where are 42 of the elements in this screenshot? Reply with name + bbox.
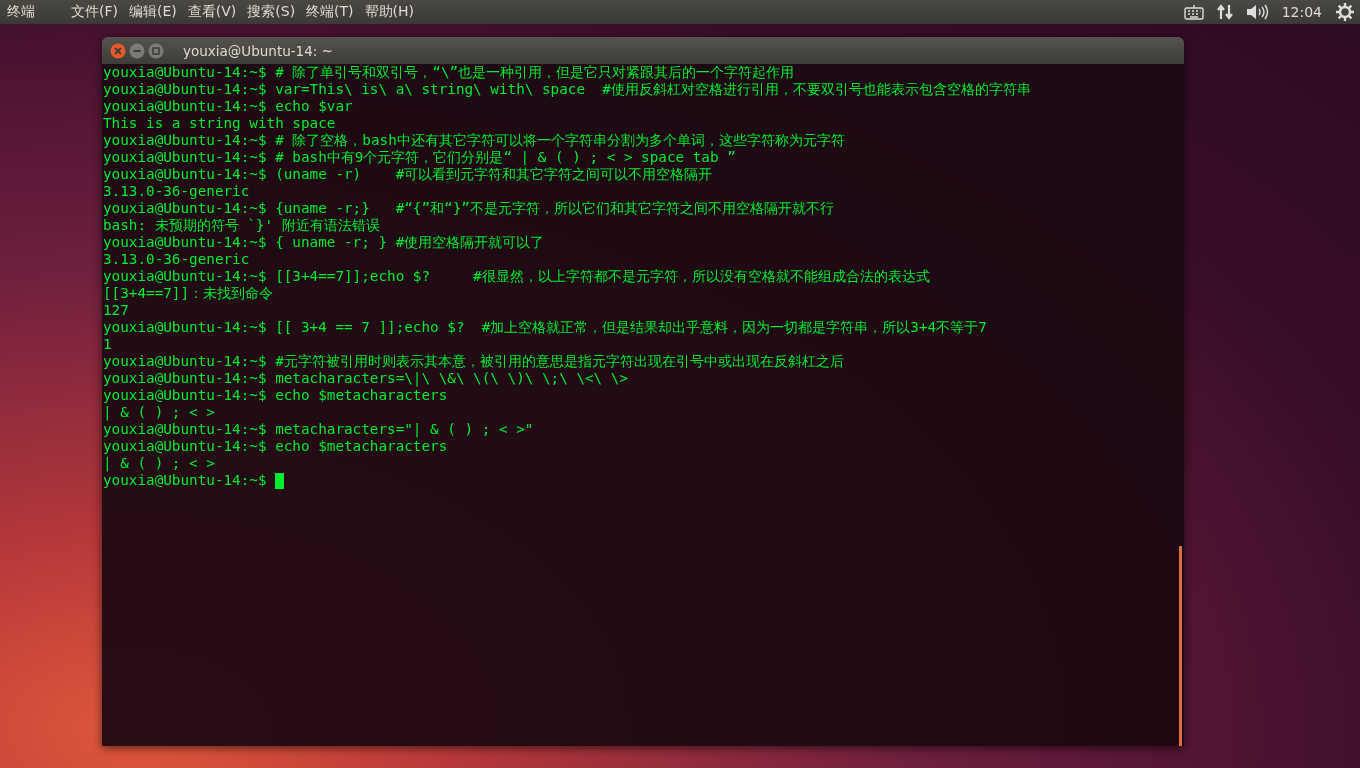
maximize-icon[interactable] [148,42,164,59]
window-title: youxia@Ubuntu-14: ~ [183,42,333,59]
terminal-line: youxia@Ubuntu-14:~$ {uname -r;} #“{”和“}”不是元字符，所以它们和其它字符之间不用空格隔开就不行 [103,200,834,217]
clock[interactable]: 12:04 [1281,4,1322,20]
terminal-line: 1 [103,336,112,353]
terminal-line: youxia@Ubuntu-14:~$ [[3+4==7]];echo $? #很显然，以上字符都不是元字符，所以没有空格就不能组成合法的表达式 [103,268,930,285]
menu-item[interactable]: 搜索(S) [247,3,296,21]
terminal-line: youxia@Ubuntu-14:~$ var=This\ is\ a\ string\ with\ space #使用反斜杠对空格进行引用，不要双引号也能表示包含空格的字符串 [103,81,1031,98]
menu-item[interactable]: 终端(T) [306,3,354,21]
terminal-line: youxia@Ubuntu-14:~$ metacharacters="| & ( ) ; < >" [103,421,534,438]
menu-item[interactable]: 查看(V) [187,3,237,21]
terminal-line: youxia@Ubuntu-14:~$ [[ 3+4 == 7 ]];echo $? #加上空格就正常，但是结果却出乎意料，因为一切都是字符串，所以3+4不等于7 [103,319,987,336]
terminal-line: youxia@Ubuntu-14:~$ (uname -r) #可以看到元字符和其它字符之间可以不用空格隔开 [103,166,713,183]
terminal-line: youxia@Ubuntu-14:~$ { uname -r; } #使用空格隔开就可以了 [103,234,545,251]
minimize-icon[interactable] [129,42,145,59]
menu-item[interactable]: 文件(F) [71,3,118,21]
terminal-line: bash: 未预期的符号 `}' 附近有语法错误 [103,217,380,234]
terminal-line: youxia@Ubuntu-14:~$ echo $var [103,98,353,115]
network-arrows-icon[interactable] [1215,3,1234,21]
volume-icon[interactable] [1245,4,1268,20]
terminal-line: youxia@Ubuntu-14:~$ # 除了空格，bash中还有其它字符可以将一个字符串分割为多个单词，这些字符称为元字符 [103,132,845,149]
scrollbar[interactable] [1179,546,1182,746]
terminal-line: 3.13.0-36-generic [103,251,250,268]
terminal-line: youxia@Ubuntu-14:~$ metacharacters=\|\ \&\ \(\ \)\ \;\ \<\ \> [103,370,629,387]
terminal-line: youxia@Ubuntu-14:~$ [103,472,268,489]
terminal-line: [[3+4==7]]：未找到命令 [103,285,274,302]
terminal-line: 127 [103,302,129,319]
terminal-line: 3.13.0-36-generic [103,183,250,200]
terminal-line: youxia@Ubuntu-14:~$ # 除了单引号和双引号，“\”也是一种引用，但是它只对紧跟其后的一个字符起作用 [103,64,795,81]
terminal-line: | & ( ) ; < > [103,455,215,472]
menu-item[interactable]: 帮助(H) [364,3,415,21]
app-name: 终端 [7,3,35,21]
terminal-line: | & ( ) ; < > [103,404,215,421]
settings-icon[interactable] [1336,3,1354,21]
close-icon[interactable] [110,42,126,59]
menu-item[interactable]: 编辑(E) [129,3,177,21]
terminal-line: youxia@Ubuntu-14:~$ #元字符被引用时则表示其本意，被引用的意思是指元字符出现在引号中或出现在反斜杠之后 [103,353,844,370]
terminal-line: This is a string with space [103,115,336,132]
terminal-line: youxia@Ubuntu-14:~$ echo $metacharacters [103,438,448,455]
terminal-line: youxia@Ubuntu-14:~$ # bash中有9个元字符，它们分别是“ | & ( ) ; < > space tab ” [103,149,736,166]
terminal-line: youxia@Ubuntu-14:~$ echo $metacharacters [103,387,448,404]
keyboard-icon[interactable] [1183,4,1204,20]
